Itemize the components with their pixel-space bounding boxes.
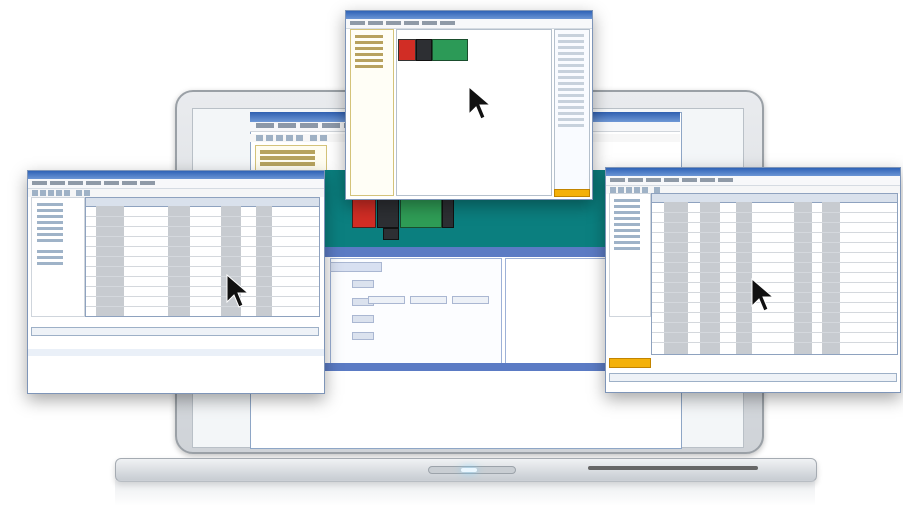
- plc-module-red: [398, 39, 416, 61]
- project-tree: [350, 29, 394, 196]
- window-titlebar: [606, 168, 900, 176]
- properties-panel: [554, 29, 590, 196]
- status-tab: [609, 358, 651, 368]
- property-field: [352, 280, 374, 288]
- window-menubar: [606, 176, 900, 186]
- window-titlebar: [28, 171, 324, 179]
- panel-button: [452, 296, 489, 304]
- hardware-config-window-top: [345, 10, 593, 200]
- plc-module-green: [400, 198, 442, 228]
- panel-button: [368, 296, 405, 304]
- properties-panel: [330, 258, 502, 365]
- plc-module-black: [377, 198, 399, 228]
- tag-table-window-left: [27, 170, 325, 394]
- plc-module-red: [352, 198, 376, 228]
- plc-module-green: [432, 39, 468, 61]
- window-toolbar: [28, 189, 324, 197]
- laptop-reflection: [115, 480, 815, 506]
- window-statusbar: [28, 349, 324, 356]
- grid-column: [96, 206, 124, 316]
- tag-table-grid: [85, 197, 320, 317]
- project-tree: [31, 197, 85, 317]
- window-titlebar: [346, 11, 592, 19]
- window-menubar: [28, 179, 324, 189]
- property-field: [352, 315, 374, 323]
- plc-module-black: [416, 39, 432, 61]
- project-tree: [609, 193, 651, 317]
- tag-table-window-right: [605, 167, 901, 393]
- window-footer: [31, 327, 319, 336]
- panel-button: [410, 296, 447, 304]
- status-indicator: [554, 189, 590, 197]
- mouse-cursor-icon: [751, 278, 775, 312]
- grid-column: [168, 206, 190, 316]
- laptop-slot: [588, 466, 758, 470]
- io-device-icon: [383, 228, 399, 240]
- plc-module-black-2: [442, 198, 454, 228]
- mouse-cursor-icon: [468, 86, 492, 120]
- window-menubar: [346, 19, 592, 29]
- grid-column: [256, 206, 272, 316]
- tag-table-grid: [651, 193, 898, 355]
- property-field: [352, 332, 374, 340]
- grid-header: [652, 194, 897, 203]
- laptop-light-indicator: [461, 468, 477, 472]
- mouse-cursor-icon: [226, 274, 250, 308]
- window-footer: [609, 373, 897, 382]
- panel-tab: [330, 262, 382, 272]
